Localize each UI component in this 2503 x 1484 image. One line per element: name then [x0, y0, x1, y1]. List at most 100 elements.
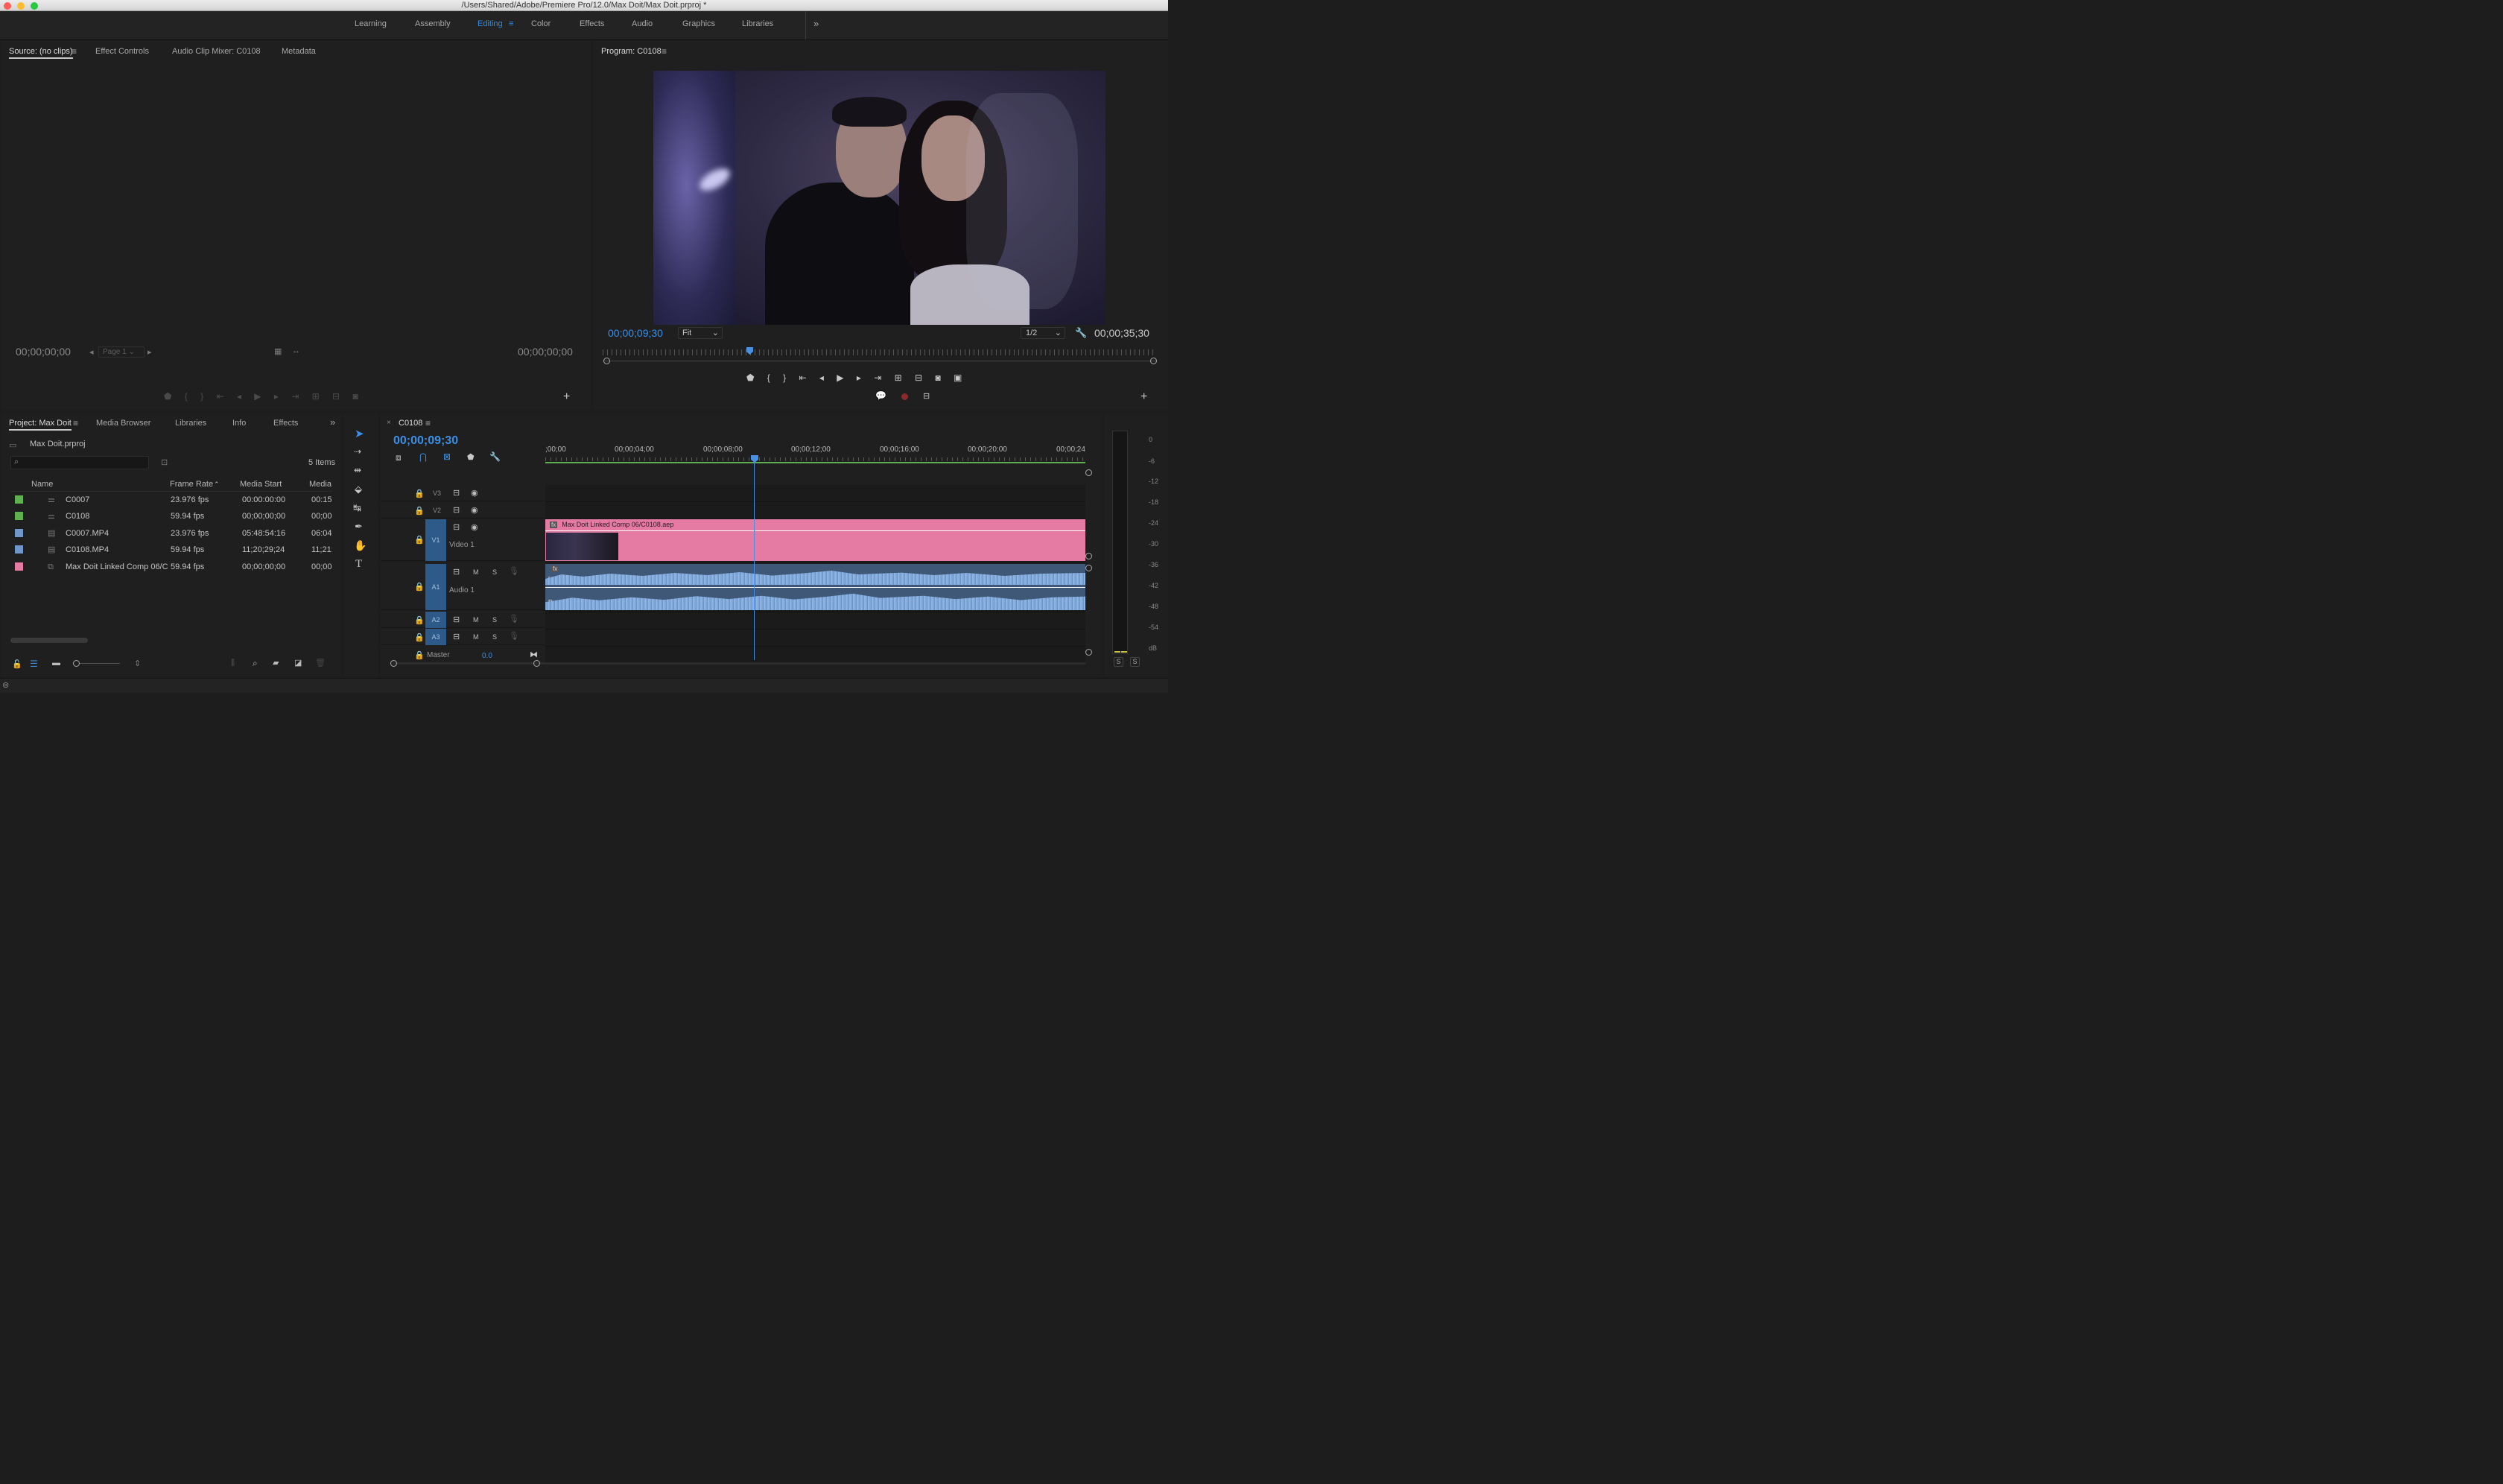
lock-icon[interactable]: 🔒 [414, 506, 425, 516]
insert-icon[interactable]: ⊞ [312, 391, 320, 402]
sync-lock-icon[interactable]: ⊟ [453, 522, 460, 532]
workspace-audio[interactable]: Audio [632, 19, 653, 28]
timeline-ruler[interactable]: ;00;00 00;00;04;00 00;00;08;00 00;00;12;… [545, 445, 1085, 463]
go-to-out-icon[interactable]: ⇥ [874, 372, 881, 383]
workspace-learning[interactable]: Learning [355, 19, 387, 28]
go-to-end-icon[interactable]: ⧓ [530, 650, 538, 659]
tab-project[interactable]: Project: Max Doit [9, 419, 72, 431]
lock-icon[interactable]: 🔒 [414, 632, 425, 642]
master-volume-value[interactable]: 0.0 [482, 652, 492, 660]
zoom-slider-handle[interactable] [73, 660, 80, 667]
zoom-handle-right[interactable] [533, 660, 540, 667]
page-select[interactable]: Page 1 ⌄ [98, 346, 145, 358]
program-current-timecode[interactable]: 00;00;09;30 [608, 327, 663, 339]
close-sequence-icon[interactable]: × [387, 419, 391, 427]
track-label-v2[interactable]: V2 [433, 507, 441, 514]
audio-scroll-handle-top[interactable] [1085, 565, 1092, 571]
program-transport-controls[interactable]: ⬟ { } ⇤ ◂ ▶ ▸ ⇥ ⊞ ⊟ ◙ ▣ [746, 372, 1059, 383]
track-target-v1[interactable]: V1 [425, 519, 446, 561]
solo-button[interactable]: S [492, 633, 497, 641]
sync-lock-icon[interactable]: ⊟ [453, 632, 460, 641]
sync-lock-icon[interactable]: ⊟ [453, 567, 460, 577]
column-media[interactable]: Media [309, 477, 331, 492]
program-zoom-scrollbar[interactable] [603, 360, 1157, 362]
video-scroll-handle-top[interactable] [1085, 469, 1092, 476]
go-to-in-icon[interactable]: ⇤ [217, 391, 224, 402]
tab-effect-controls[interactable]: Effect Controls [95, 47, 149, 56]
add-marker-icon[interactable]: ⬟ [746, 372, 754, 383]
track-area[interactable]: fx Max Doit Linked Comp 06/C0108.aep L R … [545, 485, 1085, 664]
camera-icon[interactable]: ◙ [935, 372, 940, 383]
list-view-icon[interactable]: ☰ [30, 659, 38, 669]
slip-tool-icon[interactable]: ↹ [353, 502, 361, 514]
tab-sequence[interactable]: C0108 [399, 419, 422, 428]
snap-magnet-icon[interactable]: ⋂ [419, 451, 427, 462]
go-to-out-icon[interactable]: ⇥ [291, 391, 299, 402]
add-marker-icon[interactable]: ⬟ [467, 452, 475, 462]
step-forward-icon[interactable]: ▸ [857, 372, 861, 383]
next-page-icon[interactable]: ▸ [147, 347, 152, 357]
camera-icon[interactable]: ◙ [352, 391, 358, 402]
column-media-start[interactable]: Media Start [240, 477, 282, 492]
wrench-settings-icon[interactable]: 🔧 [1075, 327, 1087, 339]
work-area-bar[interactable] [545, 462, 1085, 463]
label-color-swatch[interactable] [15, 545, 23, 554]
sort-icons-icon[interactable]: ⇕ [134, 659, 141, 668]
find-icon[interactable]: ⌕ [253, 658, 258, 669]
workspace-menu-icon[interactable]: ≡ [509, 19, 513, 28]
label-color-swatch[interactable] [15, 562, 23, 571]
workspace-editing[interactable]: Editing [478, 19, 503, 28]
list-item[interactable]: ⚌ C0108 59.94 fps 00;00;00;00 00;00; [10, 508, 332, 524]
step-back-icon[interactable]: ◂ [237, 391, 241, 402]
list-item[interactable]: ▤ C0108.MP4 59.94 fps 11;20;29;24 11;21; [10, 542, 332, 558]
play-icon[interactable]: ▶ [837, 372, 843, 383]
prev-page-icon[interactable]: ◂ [89, 347, 94, 357]
list-item[interactable]: ▤ C0007.MP4 23.976 fps 05:48:54:16 06:04… [10, 525, 332, 542]
sync-lock-icon[interactable]: ⊟ [453, 615, 460, 624]
solo-left-button[interactable]: S [1114, 657, 1123, 667]
program-panel-menu-icon[interactable]: ≡ [662, 46, 667, 57]
workspace-effects[interactable]: Effects [580, 19, 604, 28]
eye-icon[interactable]: ◉ [471, 505, 478, 515]
audio-clip[interactable]: L R fx [545, 564, 1085, 610]
play-icon[interactable]: ▶ [254, 391, 261, 402]
new-item-icon[interactable]: ◪ [294, 658, 302, 668]
mark-in-icon[interactable]: { [767, 372, 770, 383]
workspace-libraries[interactable]: Libraries [742, 19, 773, 28]
selection-tool-icon[interactable]: ➤ [355, 427, 364, 440]
lock-icon[interactable]: 🔒 [414, 615, 425, 625]
tab-media-browser[interactable]: Media Browser [96, 419, 150, 428]
scroll-handle-right[interactable] [1150, 358, 1157, 364]
project-panel-menu-icon[interactable]: ≡ [73, 418, 78, 428]
scroll-handle-left[interactable] [603, 358, 610, 364]
voiceover-mic-icon[interactable]: 🎙 [509, 614, 519, 624]
button-editor-plus-icon[interactable]: + [1141, 390, 1147, 404]
audio-scroll-handle-bottom[interactable] [1085, 649, 1092, 656]
workspace-graphics[interactable]: Graphics [682, 19, 715, 28]
lock-icon[interactable]: 🔒 [414, 650, 425, 660]
label-color-swatch[interactable] [15, 512, 23, 520]
hand-tool-icon[interactable]: ✋ [354, 539, 367, 552]
label-color-swatch[interactable] [15, 529, 23, 537]
comment-icon[interactable]: 💬 [875, 390, 886, 401]
project-horizontal-scrollbar[interactable] [10, 638, 88, 643]
voiceover-mic-icon[interactable]: 🎙 [509, 566, 519, 576]
timeline-horizontal-scrollbar[interactable] [393, 662, 1085, 665]
clear-trash-icon[interactable]: 🗑 [315, 658, 326, 668]
track-target-a3[interactable]: A3 [425, 629, 446, 645]
creative-cloud-icon[interactable]: ⊚ [2, 680, 9, 690]
more-panels-icon[interactable]: » [330, 416, 335, 428]
comparison-view-icon[interactable]: ▣ [954, 372, 962, 383]
timeline-settings-icon[interactable]: 🔧 [489, 451, 501, 462]
list-item[interactable]: ⧉ Max Doit Linked Comp 06/C 59.94 fps 00… [10, 559, 332, 575]
razor-tool-icon[interactable]: ⬙ [355, 483, 362, 495]
add-marker-icon[interactable]: ⬟ [164, 391, 171, 402]
zoom-slider[interactable] [80, 663, 120, 664]
mute-button[interactable]: M [473, 616, 479, 624]
go-to-in-icon[interactable]: ⇤ [799, 372, 807, 383]
lock-icon[interactable]: 🔓 [12, 659, 22, 669]
playback-resolution-select[interactable]: 1/2 ⌄ [1021, 327, 1065, 339]
close-window-button[interactable] [4, 2, 11, 10]
label-color-swatch[interactable] [15, 495, 23, 504]
tab-metadata[interactable]: Metadata [282, 47, 316, 56]
